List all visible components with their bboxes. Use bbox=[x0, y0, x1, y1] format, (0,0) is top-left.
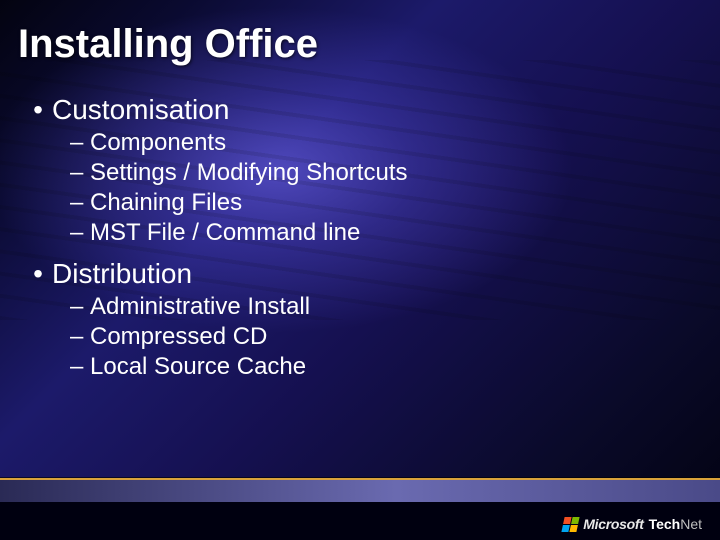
footer-bar bbox=[0, 478, 720, 502]
sub-item: Compressed CD bbox=[90, 323, 267, 350]
dash-icon: – bbox=[70, 128, 90, 158]
sub-item: Local Source Cache bbox=[90, 353, 306, 380]
dash-icon: – bbox=[70, 322, 90, 352]
sub-item: Settings / Modifying Shortcuts bbox=[90, 159, 407, 186]
section-label: Customisation bbox=[52, 94, 229, 125]
brand-product-b: Net bbox=[680, 516, 702, 532]
bullet-level2: –Components bbox=[70, 128, 696, 158]
bullet-level2: –Compressed CD bbox=[70, 322, 696, 352]
bullet-level2: –Chaining Files bbox=[70, 188, 696, 218]
dash-icon: – bbox=[70, 292, 90, 322]
section-label: Distribution bbox=[52, 258, 192, 289]
section-distribution: •Distribution –Administrative Install –C… bbox=[24, 258, 696, 382]
sub-item: MST File / Command line bbox=[90, 219, 360, 246]
bullet-dot-icon: • bbox=[24, 94, 52, 126]
dash-icon: – bbox=[70, 218, 90, 248]
slide: Installing Office •Customisation –Compon… bbox=[0, 0, 720, 540]
bullet-level2: –Administrative Install bbox=[70, 292, 696, 322]
brand-product: TechNet bbox=[649, 516, 702, 532]
slide-title: Installing Office bbox=[18, 22, 318, 67]
bullet-level1: •Distribution bbox=[24, 258, 696, 290]
bullet-level1: •Customisation bbox=[24, 94, 696, 126]
dash-icon: – bbox=[70, 352, 90, 382]
bullet-dot-icon: • bbox=[24, 258, 52, 290]
sub-item: Administrative Install bbox=[90, 293, 310, 320]
microsoft-logo-icon bbox=[562, 517, 580, 532]
dash-icon: – bbox=[70, 158, 90, 188]
bullet-level2: –Settings / Modifying Shortcuts bbox=[70, 158, 696, 188]
brand-block: Microsoft TechNet bbox=[563, 516, 702, 532]
bullet-level2: –Local Source Cache bbox=[70, 352, 696, 382]
slide-body: •Customisation –Components –Settings / M… bbox=[24, 88, 696, 382]
dash-icon: – bbox=[70, 188, 90, 218]
section-customisation: •Customisation –Components –Settings / M… bbox=[24, 94, 696, 248]
brand-company: Microsoft bbox=[583, 516, 643, 532]
brand-product-a: Tech bbox=[649, 516, 681, 532]
bullet-level2: –MST File / Command line bbox=[70, 218, 696, 248]
sub-item: Chaining Files bbox=[90, 189, 242, 216]
sub-item: Components bbox=[90, 129, 226, 156]
